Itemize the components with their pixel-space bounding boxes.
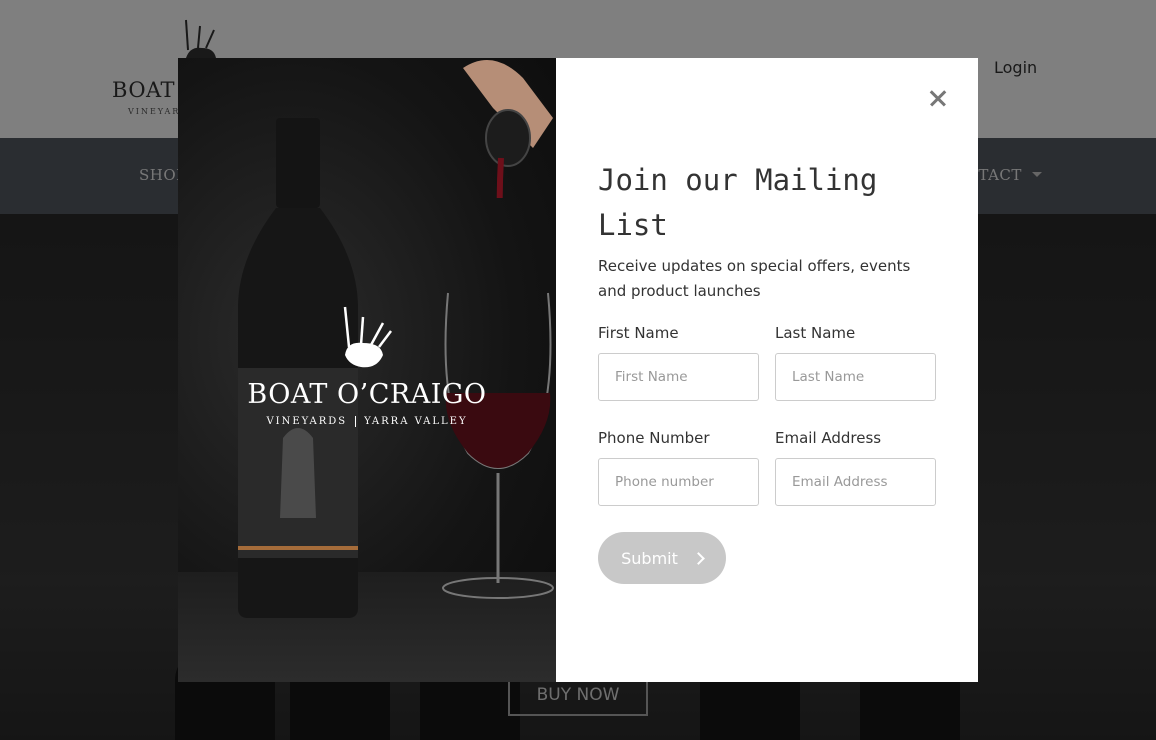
first-name-group: First Name bbox=[598, 324, 759, 401]
mailing-list-form: Join our Mailing List Receive updates on… bbox=[556, 58, 978, 682]
brand-name: BOAT O’CRAIGO bbox=[247, 379, 487, 410]
pouring-bottle-image bbox=[463, 60, 553, 198]
submit-label: Submit bbox=[621, 548, 678, 568]
close-icon[interactable] bbox=[926, 86, 950, 110]
bagpipe-logo-icon bbox=[343, 306, 392, 368]
phone-group: Phone Number bbox=[598, 429, 759, 506]
phone-label: Phone Number bbox=[598, 429, 710, 447]
email-group: Email Address bbox=[775, 429, 936, 506]
brand-subtitle: VINEYARDS YARRA VALLEY bbox=[178, 416, 556, 427]
chevron-right-icon bbox=[692, 551, 705, 565]
brand-sub-right: YARRA VALLEY bbox=[364, 416, 468, 427]
modal-description: Receive updates on special offers, event… bbox=[598, 257, 911, 300]
last-name-group: Last Name bbox=[775, 324, 936, 401]
modal-promo-image: BOAT O’CRAIGO VINEYARDS YARRA VALLEY bbox=[178, 58, 556, 682]
phone-field[interactable] bbox=[598, 458, 759, 506]
divider bbox=[355, 416, 357, 427]
first-name-label: First Name bbox=[598, 324, 679, 342]
first-name-field[interactable] bbox=[598, 353, 759, 401]
brand-sub-left: VINEYARDS bbox=[266, 416, 348, 427]
email-field[interactable] bbox=[775, 458, 936, 506]
mailing-list-modal: BOAT O’CRAIGO VINEYARDS YARRA VALLEY Join… bbox=[178, 58, 978, 682]
brand-logo: BOAT O’CRAIGO VINEYARDS YARRA VALLEY bbox=[178, 303, 556, 427]
modal-title: Join our Mailing List bbox=[598, 163, 878, 242]
last-name-field[interactable] bbox=[775, 353, 936, 401]
submit-button[interactable]: Submit bbox=[598, 532, 726, 584]
last-name-label: Last Name bbox=[775, 324, 856, 342]
email-label: Email Address bbox=[775, 429, 882, 447]
